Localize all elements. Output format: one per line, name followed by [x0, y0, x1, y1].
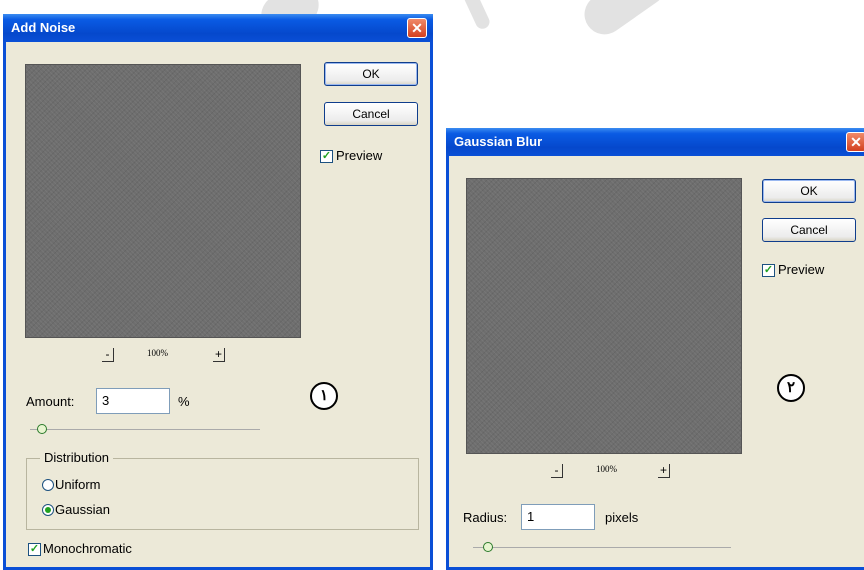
add-noise-titlebar[interactable]: Add Noise ✕: [3, 14, 433, 42]
gaussian-radio[interactable]: [42, 504, 54, 516]
step-badge: ١: [310, 382, 338, 410]
radius-unit: pixels: [605, 510, 639, 525]
zoom-out-button[interactable]: -: [551, 464, 563, 478]
radius-label: Radius:: [463, 510, 508, 525]
preview-label: Preview: [336, 148, 383, 163]
gaussian-label: Gaussian: [55, 502, 110, 517]
radius-slider-track: [473, 547, 731, 548]
zoom-level: 100%: [147, 348, 168, 358]
distribution-group: [26, 458, 419, 530]
radius-field[interactable]: 1: [521, 504, 595, 530]
preview-checkbox[interactable]: ✓: [320, 150, 333, 163]
gaussian-blur-title: Gaussian Blur: [454, 134, 543, 149]
uniform-label: Uniform: [55, 477, 101, 492]
zoom-in-button[interactable]: +: [658, 464, 670, 478]
preview-label: Preview: [778, 262, 825, 277]
monochromatic-label: Monochromatic: [43, 541, 132, 556]
preview-checkbox[interactable]: ✓: [762, 264, 775, 277]
amount-slider-handle[interactable]: [36, 424, 47, 434]
gaussian-blur-titlebar[interactable]: Gaussian Blur ✕: [446, 128, 864, 156]
zoom-in-button[interactable]: +: [213, 348, 225, 362]
distribution-label: Distribution: [40, 450, 114, 465]
cancel-button[interactable]: Cancel: [762, 218, 856, 242]
amount-slider-track: [30, 429, 260, 430]
add-noise-dialog: Add Noise ✕ OK Cancel ✓ Preview - 100% +…: [3, 14, 433, 570]
amount-field[interactable]: 3: [96, 388, 170, 414]
cancel-button[interactable]: Cancel: [324, 102, 418, 126]
zoom-out-button[interactable]: -: [102, 348, 114, 362]
close-icon[interactable]: ✕: [846, 132, 864, 152]
step-badge: ٢: [777, 374, 805, 402]
amount-unit: %: [178, 394, 190, 409]
zoom-level: 100%: [596, 464, 617, 474]
radius-slider-handle[interactable]: [483, 542, 494, 552]
gaussian-blur-dialog: Gaussian Blur ✕ OK Cancel ✓ Preview - 10…: [446, 128, 864, 570]
gaussian-blur-preview[interactable]: [466, 178, 742, 454]
add-noise-preview[interactable]: [25, 64, 301, 338]
close-icon[interactable]: ✕: [407, 18, 427, 38]
watermark-stroke: [576, 0, 674, 43]
monochromatic-checkbox[interactable]: ✓: [28, 543, 41, 556]
ok-button[interactable]: OK: [324, 62, 418, 86]
amount-label: Amount:: [26, 394, 75, 409]
uniform-radio[interactable]: [42, 479, 54, 491]
watermark-stroke: [462, 0, 492, 32]
ok-button[interactable]: OK: [762, 179, 856, 203]
add-noise-title: Add Noise: [11, 20, 76, 35]
